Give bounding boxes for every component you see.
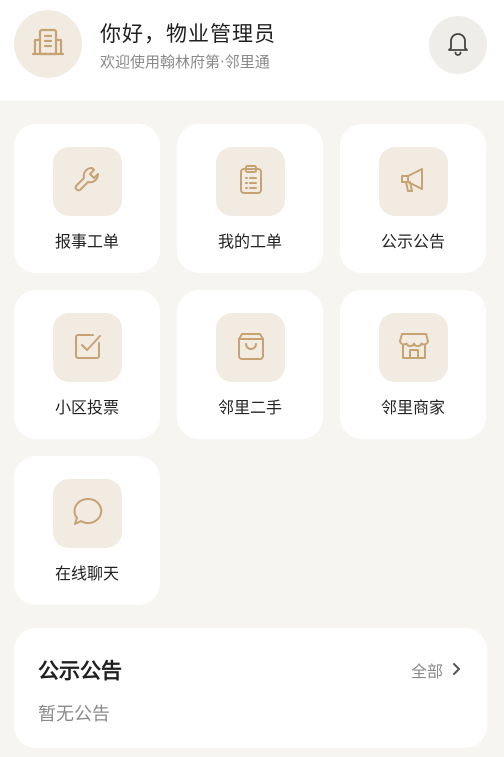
menu-item-my-tickets[interactable]: 我的工单 — [177, 124, 323, 273]
menu-item-second-hand[interactable]: 邻里二手 — [177, 290, 323, 439]
menu-icon-box — [53, 147, 122, 216]
menu-icon-box — [53, 313, 122, 382]
wrench-icon — [70, 162, 106, 202]
megaphone-icon — [396, 162, 432, 202]
store-icon — [396, 328, 432, 368]
bell-icon — [445, 30, 471, 60]
shopping-bag-icon — [234, 329, 268, 367]
menu-icon-box — [216, 147, 285, 216]
menu-item-announcements[interactable]: 公示公告 — [340, 124, 486, 273]
menu-item-neighborhood-stores[interactable]: 邻里商家 — [340, 290, 486, 439]
announcement-card-title: 公示公告 — [38, 659, 122, 683]
greeting-subtitle: 欢迎使用翰林府第·邻里通 — [100, 53, 270, 71]
notification-button[interactable] — [429, 16, 487, 74]
menu-item-label: 公示公告 — [380, 232, 445, 251]
checkbox-icon — [71, 329, 105, 367]
announcement-card: 公示公告 全部 暂无公告 — [14, 628, 487, 748]
menu-icon-box — [53, 479, 122, 548]
menu-item-label: 邻里商家 — [380, 398, 445, 417]
view-all-link[interactable]: 全部 — [411, 658, 461, 682]
building-icon — [31, 25, 65, 63]
menu-item-label: 小区投票 — [54, 398, 119, 417]
view-all-label: 全部 — [410, 662, 443, 681]
menu-item-online-chat[interactable]: 在线聊天 — [14, 456, 160, 605]
menu-item-report-ticket[interactable]: 报事工单 — [14, 124, 160, 273]
chat-bubble-icon — [71, 495, 105, 533]
header: 你好，物业管理员 欢迎使用翰林府第·邻里通 — [0, 0, 504, 101]
menu-icon-box — [379, 147, 448, 216]
menu-icon-box — [216, 313, 285, 382]
chevron-right-icon — [451, 661, 461, 680]
empty-state-text: 暂无公告 — [38, 704, 110, 725]
avatar[interactable] — [14, 10, 82, 78]
menu-item-community-vote[interactable]: 小区投票 — [14, 290, 160, 439]
clipboard-icon — [234, 163, 268, 201]
menu-item-label: 我的工单 — [217, 232, 282, 251]
menu-item-label: 邻里二手 — [217, 398, 282, 417]
greeting-title: 你好，物业管理员 — [100, 22, 276, 46]
menu-item-label: 报事工单 — [54, 232, 119, 251]
menu-icon-box — [379, 313, 448, 382]
menu-item-label: 在线聊天 — [54, 564, 119, 583]
